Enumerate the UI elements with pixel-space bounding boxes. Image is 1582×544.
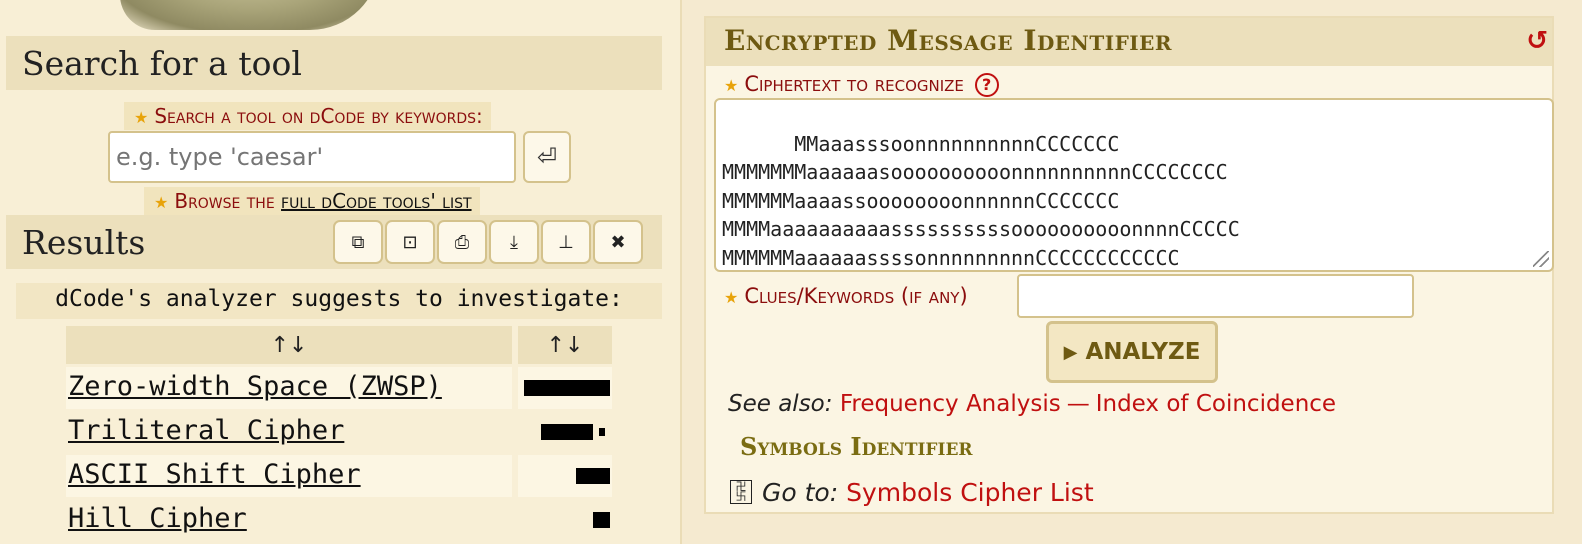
symbols-icon: 卍 卐 <box>730 480 752 504</box>
resize-grip-icon[interactable] <box>1533 251 1549 267</box>
screenshot-button[interactable]: ⊡ <box>385 220 435 264</box>
score-bar-fill <box>541 424 593 440</box>
result-link[interactable]: ASCII Shift Cipher <box>66 455 512 497</box>
result-link[interactable]: Hill Cipher <box>66 499 512 541</box>
keywords-label-text: Search a tool on dCode by keywords: <box>154 104 483 128</box>
full-tools-list-link[interactable]: full dCode tools' list <box>281 189 472 213</box>
play-icon: ▶ <box>1063 341 1078 363</box>
score-bar-fill <box>524 380 610 396</box>
help-icon[interactable]: ? <box>974 73 999 97</box>
star-icon: ★ <box>724 76 739 95</box>
score-bar <box>518 411 612 453</box>
star-icon: ★ <box>724 288 739 307</box>
score-bar-fragment <box>599 428 605 436</box>
close-icon: ✖ <box>610 231 626 253</box>
close-button[interactable]: ✖ <box>593 220 643 264</box>
analyze-button[interactable]: ▶ ANALYZE <box>1046 321 1218 383</box>
score-bar <box>518 499 612 541</box>
separator: — <box>1066 391 1090 417</box>
goto-line: 卍 卐 Go to: Symbols Cipher List <box>730 478 1094 507</box>
symbols-identifier-link[interactable]: Symbols Identifier <box>740 432 973 461</box>
clues-label: ★ Clues/Keywords (if any) <box>724 284 968 308</box>
result-link[interactable]: Triliteral Cipher <box>66 411 512 453</box>
copy-icon: ⧉ <box>351 231 365 253</box>
score-bar <box>518 455 612 497</box>
panel-title: Encrypted Message Identifier <box>724 24 1172 57</box>
pin-button[interactable]: ⊥ <box>541 220 591 264</box>
score-bar-fill <box>576 468 610 484</box>
reset-icon[interactable]: ↺ <box>1526 26 1548 56</box>
copy-button[interactable]: ⧉ <box>333 220 383 264</box>
right-column: Encrypted Message Identifier ↺ ★ Cipherte… <box>680 0 1582 544</box>
star-icon: ★ <box>134 108 149 127</box>
index-of-coincidence-link[interactable]: Index of Coincidence <box>1096 391 1336 417</box>
sort-score-header[interactable]: ↑↓ <box>518 326 612 364</box>
pin-icon: ⊥ <box>558 231 574 253</box>
star-icon: ★ <box>154 193 169 212</box>
ciphertext-value: MMaaasssoonnnnnnnnnnCCCCCCC MMMMMMMaaaaa… <box>722 131 1240 270</box>
clues-input[interactable] <box>1017 274 1414 318</box>
result-link[interactable]: Zero-width Space (ZWSP) <box>66 367 512 409</box>
ciphertext-textarea[interactable]: MMaaasssoonnnnnnnnnnCCCCCCC MMMMMMMaaaaa… <box>714 98 1554 272</box>
download-icon: ⤓ <box>510 231 518 253</box>
search-input[interactable] <box>108 131 516 183</box>
ciphertext-label: ★ Ciphertext to recognize ? <box>724 72 999 97</box>
see-also-prefix: See also: <box>728 391 840 417</box>
browse-prefix: Browse the <box>174 189 282 213</box>
see-also: See also: Frequency Analysis — Index of Co… <box>728 391 1336 417</box>
print-icon: ⎙ <box>454 231 470 253</box>
goto-prefix: Go to: <box>762 478 847 507</box>
ciphertext-label-text: Ciphertext to recognize <box>744 72 964 96</box>
search-heading: Search for a tool <box>6 36 662 90</box>
analyzer-note: dCode's analyzer suggests to investigate… <box>16 283 662 319</box>
keywords-label: ★ Search a tool on dCode by keywords: <box>124 102 491 130</box>
screenshot-icon: ⊡ <box>402 231 418 253</box>
enter-icon: ⏎ <box>536 143 558 171</box>
score-bar-fill <box>593 512 610 528</box>
print-button[interactable]: ⎙ <box>437 220 487 264</box>
download-button[interactable]: ⤓ <box>489 220 539 264</box>
identifier-panel: Encrypted Message Identifier ↺ ★ Cipherte… <box>704 16 1554 514</box>
clues-label-text: Clues/Keywords (if any) <box>744 284 968 308</box>
frequency-analysis-link[interactable]: Frequency Analysis <box>840 391 1061 417</box>
decorative-image <box>120 0 380 30</box>
left-column: Search for a tool ★ Search a tool on dCod… <box>0 0 680 544</box>
score-bar <box>518 367 612 409</box>
search-submit-button[interactable]: ⏎ <box>523 131 571 183</box>
symbols-cipher-list-link[interactable]: Symbols Cipher List <box>846 478 1094 507</box>
panel-header: Encrypted Message Identifier ↺ <box>706 18 1552 66</box>
analyze-label: ANALYZE <box>1085 339 1201 365</box>
browse-label: ★ Browse the full dCode tools' list <box>144 187 480 215</box>
sort-name-header[interactable]: ↑↓ <box>66 326 512 364</box>
